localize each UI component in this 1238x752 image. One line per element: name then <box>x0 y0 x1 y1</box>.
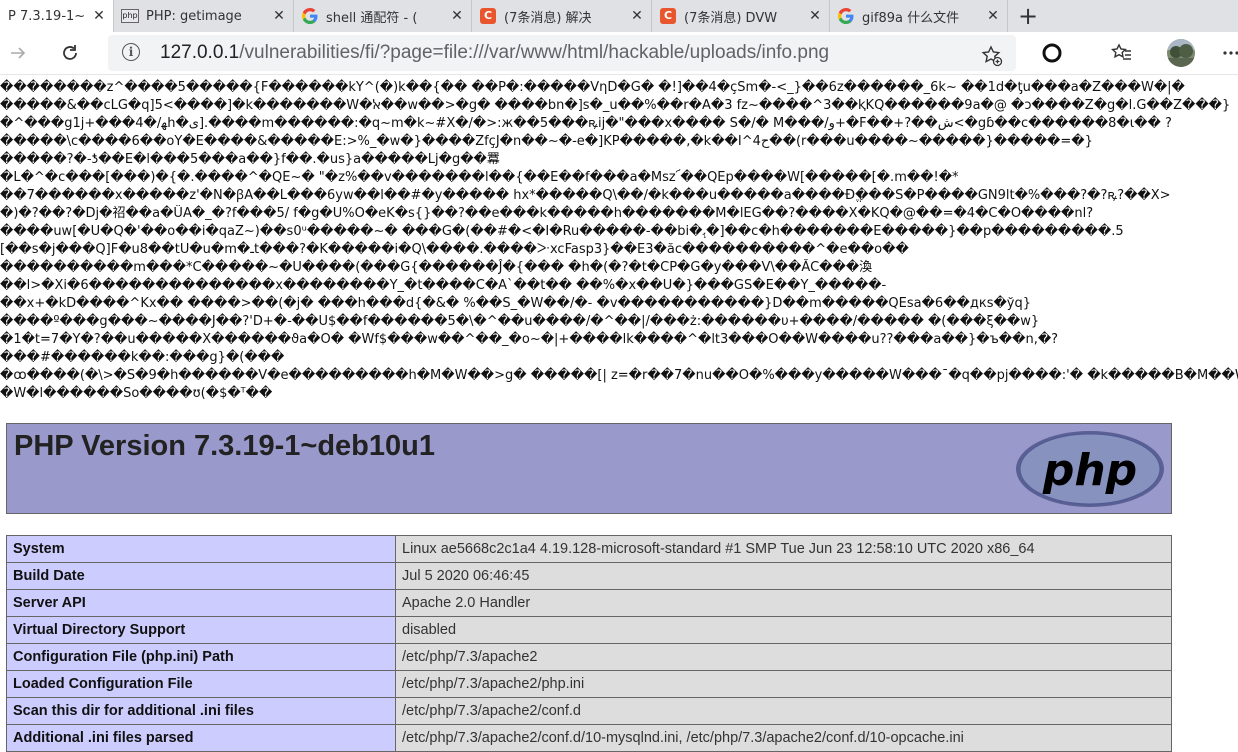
garbage-line: ����º���g���~����J��?'D+�-��U$��f������5… <box>0 314 1040 329</box>
garbage-line: ��7������x�����z'�N�ꞵA��L���6yw��l��#�y�… <box>0 188 1171 203</box>
url-text[interactable]: 127.0.0.1/vulnerabilities/fi/?page=file:… <box>160 42 829 64</box>
tab-php-getimage[interactable]: php PHP: getimage ✕ <box>114 0 294 32</box>
tab-title: (7条消息) DVW <box>684 10 778 26</box>
tab-title: shell 通配符 - ( <box>326 10 418 26</box>
row-value: Jul 5 2020 06:46:45 <box>395 562 1172 590</box>
close-icon[interactable]: ✕ <box>807 8 823 24</box>
row-value: /etc/php/7.3/apache2 <box>395 643 1172 671</box>
garbage-line: ��������z^����5�����{F������kY^(�)k��{��… <box>0 80 1185 95</box>
garbage-line: �1�t=7�Y�?��u�����X������ϑa�O� �Wf$���w�… <box>0 332 1059 347</box>
table-row: Build Date Jul 5 2020 06:46:45 <box>6 562 1172 590</box>
garbage-line: �����&��cLG�q]5<����]�k�������W�ﭏ��w��>�… <box>0 98 1231 113</box>
tab-csdn-2[interactable]: C (7条消息) DVW ✕ <box>652 0 830 32</box>
csdn-icon: C <box>660 8 676 24</box>
php-icon: php <box>121 8 139 24</box>
address-bar[interactable]: i 127.0.0.1/vulnerabilities/fi/?page=fil… <box>108 35 1016 71</box>
php-info-header: PHP Version 7.3.19-1~deb10u1 php <box>6 423 1172 514</box>
close-icon[interactable]: ✕ <box>271 8 287 24</box>
table-row: Loaded Configuration File/etc/php/7.3/ap… <box>6 670 1172 698</box>
row-key: Server API <box>6 589 396 617</box>
row-key: Virtual Directory Support <box>6 616 396 644</box>
address-toolbar: i 127.0.0.1/vulnerabilities/fi/?page=fil… <box>0 32 1238 75</box>
garbage-line: �^���g1j+���4�/ﻬh�ﯼ].����m������:�q~m�k~… <box>0 116 1172 131</box>
reload-icon[interactable] <box>56 39 84 67</box>
url-path: /vulnerabilities/fi/?page=file:///var/ww… <box>239 42 830 63</box>
table-row: Server API Apache 2.0 Handler <box>6 589 1172 617</box>
info-icon[interactable]: i <box>122 43 140 61</box>
tab-title: PHP: getimage <box>146 8 242 24</box>
garbage-line: ����uw[�U�Q�'��o��i�qaZ~)��s0ᵘ�����~� ��… <box>0 224 1124 239</box>
tab-csdn-1[interactable]: C (7条消息) 解决 ✕ <box>472 0 652 32</box>
tab-shell-wildcard[interactable]: shell 通配符 - ( ✕ <box>294 0 472 32</box>
garbage-line: �����?�-ƾ��E�l���5���a��}f��.�us}a�����L… <box>0 152 500 167</box>
url-host: 127.0.0.1 <box>160 42 240 63</box>
add-favorite-icon[interactable] <box>980 44 1004 68</box>
page-title: PHP Version 7.3.19-1~deb10u1 <box>14 430 435 462</box>
row-key: Additional .ini files parsed <box>6 724 396 752</box>
php-info-table: System Linux ae5668c2c1a4 4.19.128-micros… <box>6 535 1172 752</box>
close-icon[interactable]: ✕ <box>629 8 645 24</box>
row-key: Loaded Configuration File <box>6 670 396 698</box>
garbage-line: �L�^�c���[���)�{�.����^�QE~� "�z%��v����… <box>0 170 959 185</box>
row-value: Linux ae5668c2c1a4 4.19.128-microsoft-st… <box>395 535 1172 563</box>
row-value: /etc/php/7.3/apache2/conf.d/10-mysqlnd.i… <box>395 724 1172 752</box>
garbage-line: �����\c����6��oY�E����&�����E:>%_�w�}���… <box>0 134 1093 149</box>
google-icon <box>302 8 318 24</box>
new-tab-button[interactable]: + <box>1008 0 1048 32</box>
garbage-line: ����������m���*C�����~�U����(���G{������… <box>0 260 873 275</box>
row-value: /etc/php/7.3/apache2/conf.d <box>395 697 1172 725</box>
close-icon[interactable]: ✕ <box>985 8 1001 24</box>
table-row: Virtual Directory Support disabled <box>6 616 1172 644</box>
csdn-icon: C <box>480 8 496 24</box>
row-key: Build Date <box>6 562 396 590</box>
tab-title: (7条消息) 解决 <box>504 10 592 26</box>
more-options-icon[interactable] <box>1222 41 1238 65</box>
garbage-line: [��s�j���Q]F�u8��tU�u�m�ـt���?�K�����i�Q… <box>0 242 909 257</box>
binary-garbage-text: ��������z^����5�����{F������kY^(�)k��{��… <box>0 79 1238 403</box>
table-row: System Linux ae5668c2c1a4 4.19.128-micros… <box>6 535 1172 563</box>
tab-title: gif89a 什么文件 <box>862 10 960 26</box>
avatar[interactable] <box>1166 38 1196 68</box>
php-logo-text: php <box>1042 445 1137 496</box>
tab-gif89a[interactable]: gif89a 什么文件 ✕ <box>830 0 1008 32</box>
tab-title: P 7.3.19-1~d <box>8 8 85 24</box>
close-icon[interactable]: ✕ <box>91 8 107 24</box>
table-row: Additional .ini files parsed/etc/php/7.3… <box>6 724 1172 752</box>
tracking-prevention-icon[interactable] <box>1040 41 1064 65</box>
forward-arrow-icon[interactable] <box>4 39 32 67</box>
row-key: Configuration File (php.ini) Path <box>6 643 396 671</box>
favorites-icon[interactable] <box>1110 41 1134 65</box>
garbage-line: �ꝏ����(�\>�S�9�h������V�e���������h�M�W�… <box>0 368 1238 383</box>
close-icon[interactable]: ✕ <box>449 8 465 24</box>
garbage-line: ��l>�Xi�6��������������x��������Y_�t����… <box>0 278 887 293</box>
row-value: Apache 2.0 Handler <box>395 589 1172 617</box>
row-value: disabled <box>395 616 1172 644</box>
garbage-line: ��x+�kD����^Kx�� ����>��(�j� ���h���d{�&… <box>0 296 1032 311</box>
row-key: Scan this dir for additional .ini files <box>6 697 396 725</box>
garbage-line: ���#������k��:���g}�(��� <box>0 350 285 365</box>
google-icon <box>838 8 854 24</box>
garbage-line: �)�?��?�Dj�祒��a�ÜA�_�?f���5/ f�g�U%O�eK�… <box>0 206 1094 221</box>
tab-info-png[interactable]: P 7.3.19-1~d ✕ <box>0 0 114 32</box>
php-logo[interactable]: php <box>1015 430 1165 508</box>
garbage-line: �W�l������So����ʊ(�$�ᵀ�� <box>0 386 273 401</box>
row-key: System <box>6 535 396 563</box>
tab-strip: P 7.3.19-1~d ✕ php PHP: getimage ✕ shell… <box>0 0 1238 32</box>
table-row: Scan this dir for additional .ini files /… <box>6 697 1172 725</box>
table-row: Configuration File (php.ini) Path/etc/ph… <box>6 643 1172 671</box>
row-value: /etc/php/7.3/apache2/php.ini <box>395 670 1172 698</box>
